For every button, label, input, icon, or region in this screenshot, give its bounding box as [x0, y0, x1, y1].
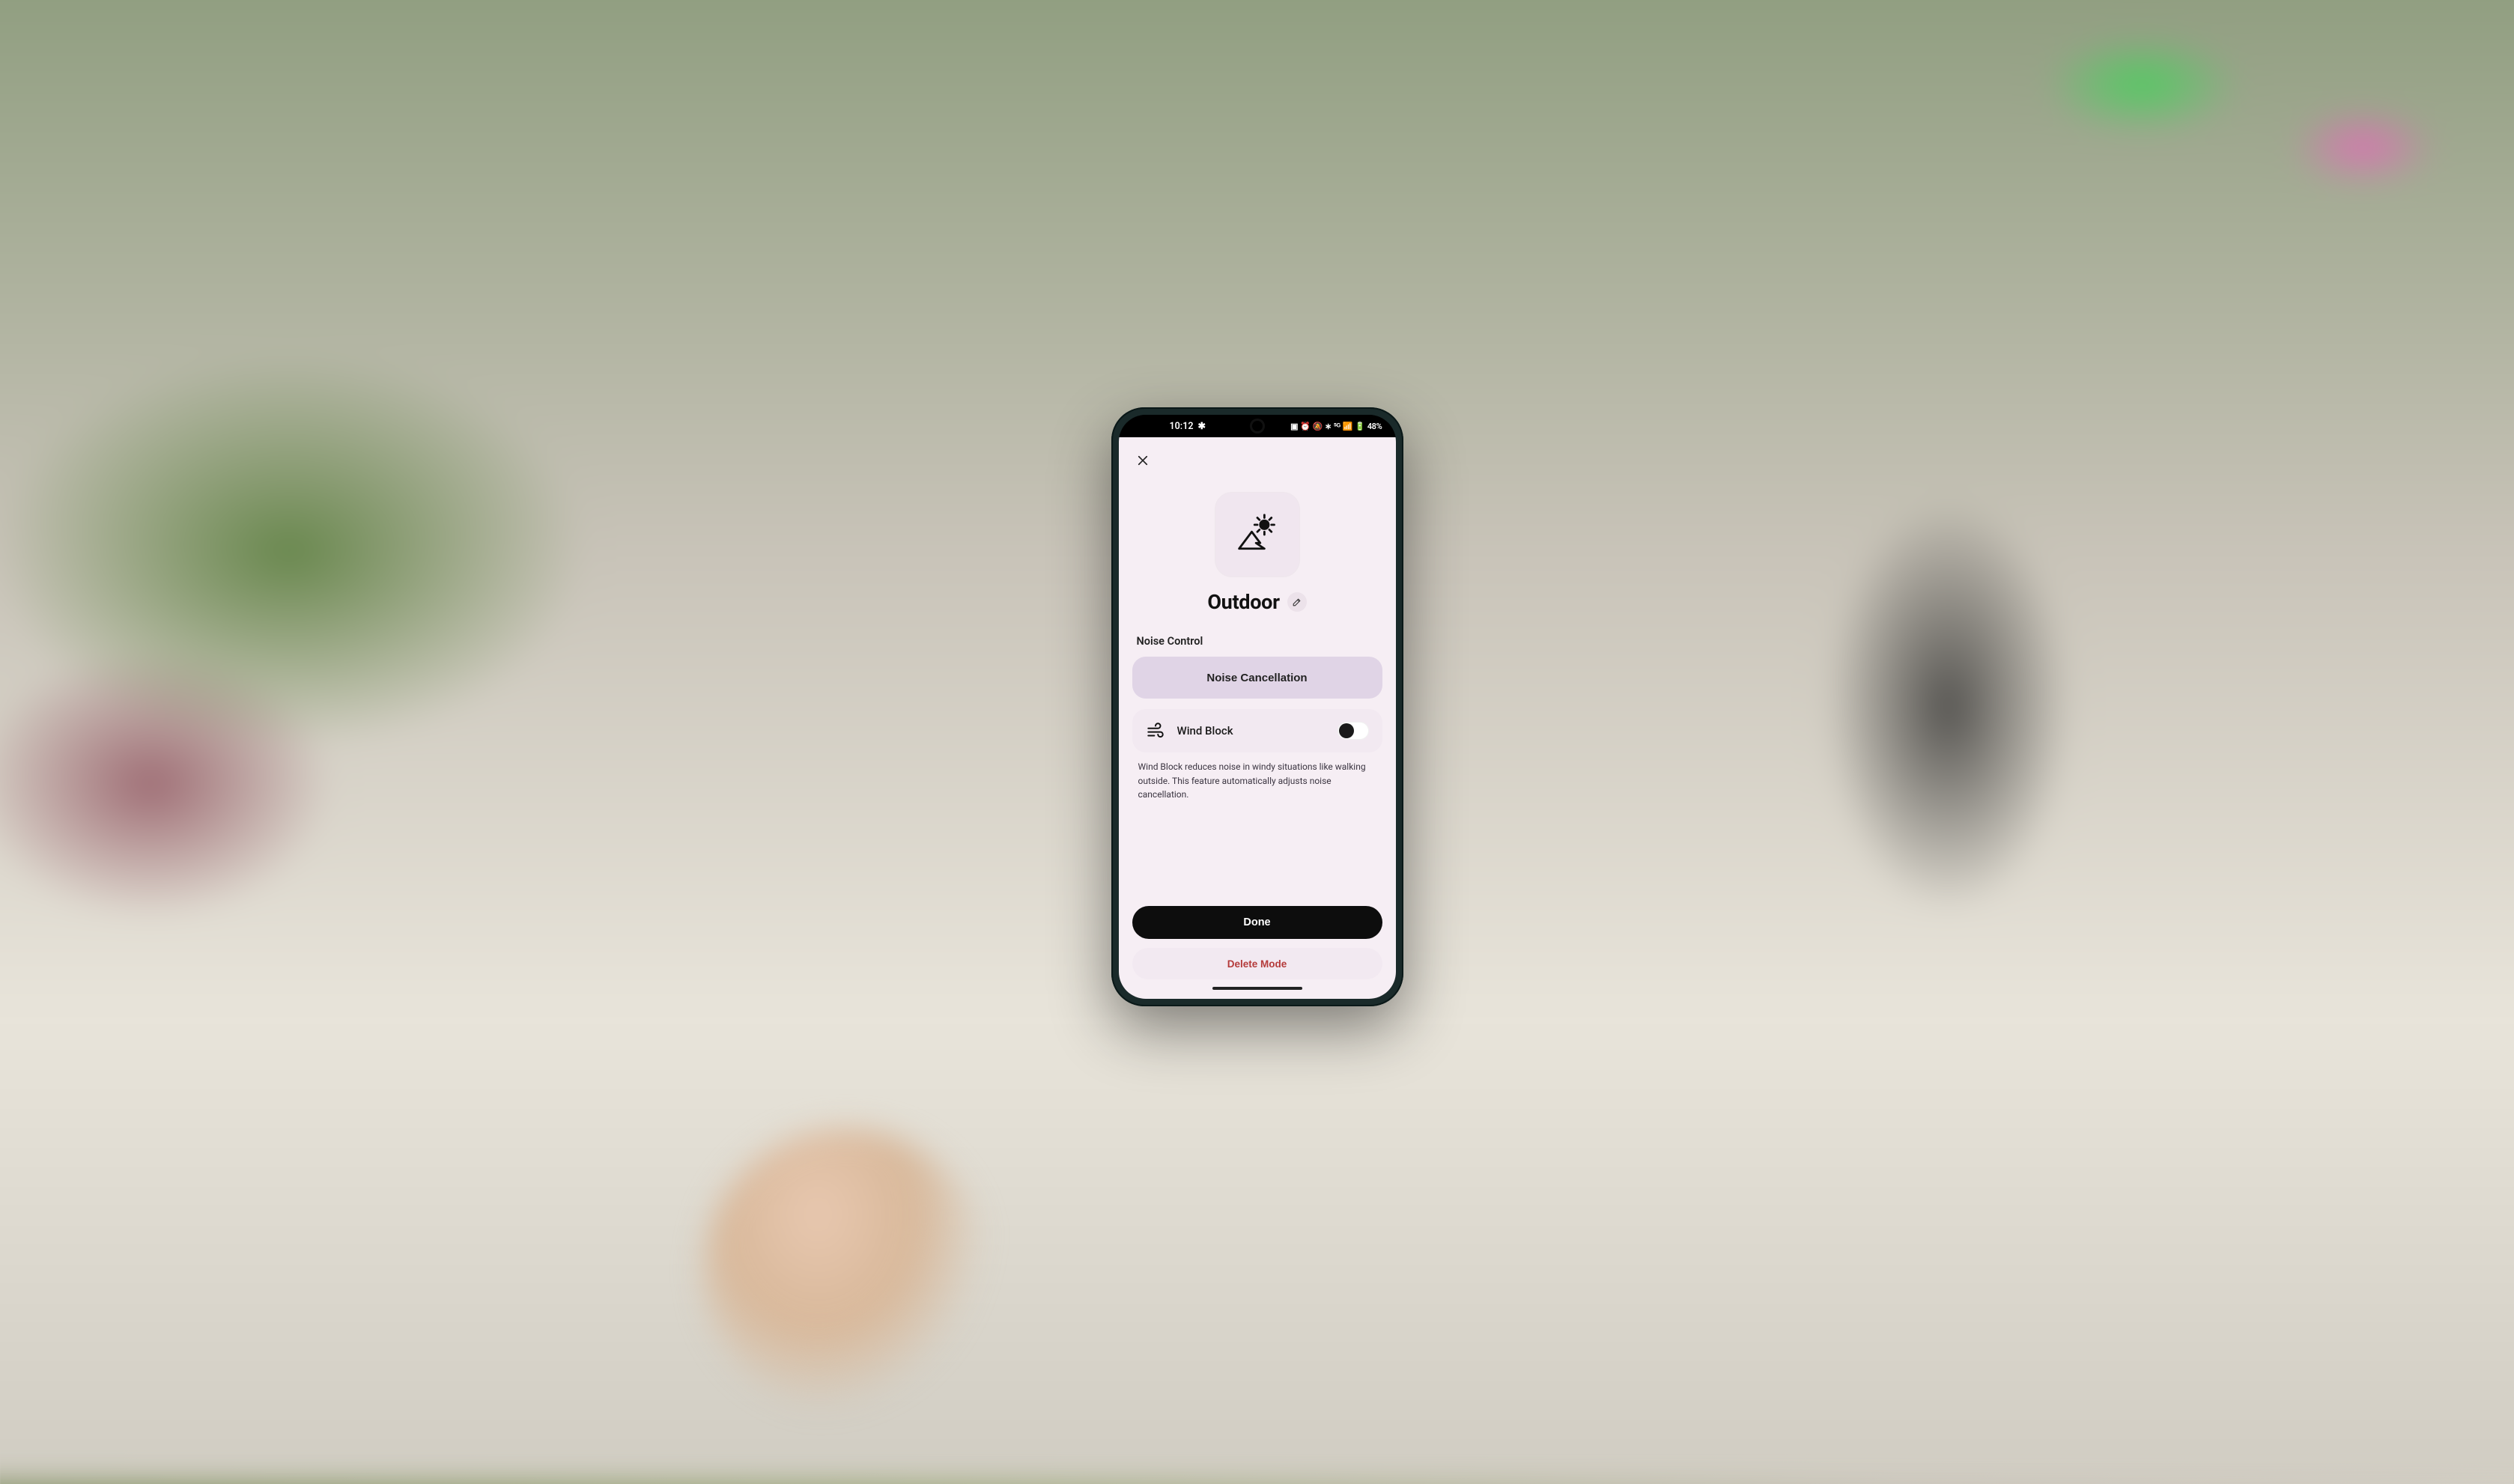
front-camera-hole: [1252, 421, 1263, 431]
phone-frame: 10:12 ✱ ▣ ⏰ 🔕 ∗ ⁵ᴳ 📶 🔋 48%: [1111, 407, 1403, 1006]
toggle-knob: [1339, 723, 1354, 738]
mode-title: Outdoor: [1207, 590, 1279, 614]
status-misc-icon: ✱: [1197, 420, 1205, 432]
done-button[interactable]: Done: [1132, 906, 1382, 939]
close-icon: [1136, 454, 1150, 467]
hand-blur: [704, 1129, 989, 1414]
wind-icon: [1146, 721, 1165, 741]
status-bar: 10:12 ✱ ▣ ⏰ 🔕 ∗ ⁵ᴳ 📶 🔋 48%: [1119, 415, 1396, 437]
status-battery-icon: 🔋: [1355, 422, 1364, 431]
phone-screen: 10:12 ✱ ▣ ⏰ 🔕 ∗ ⁵ᴳ 📶 🔋 48%: [1119, 415, 1396, 999]
mode-title-row: Outdoor: [1132, 590, 1382, 614]
noise-control-label: Noise Control: [1132, 635, 1382, 657]
wind-block-label: Wind Block: [1177, 724, 1326, 738]
edit-mode-name-button[interactable]: [1287, 592, 1307, 612]
wind-block-help-text: Wind Block reduces noise in windy situat…: [1132, 752, 1382, 802]
status-network-icon: ⁵ᴳ: [1334, 422, 1341, 431]
outdoor-mountain-sun-icon: [1235, 512, 1280, 557]
status-alarm-icon: ⏰: [1300, 422, 1310, 431]
wind-block-toggle[interactable]: [1338, 722, 1369, 740]
pencil-icon: [1292, 597, 1302, 607]
delete-mode-button[interactable]: Delete Mode: [1132, 948, 1382, 979]
status-nfc-icon: ▣: [1290, 422, 1298, 431]
status-battery-text: 48%: [1367, 422, 1382, 431]
home-indicator[interactable]: [1212, 987, 1302, 990]
noise-cancellation-button[interactable]: Noise Cancellation: [1132, 657, 1382, 699]
mode-icon-card[interactable]: [1215, 493, 1299, 577]
app-content: Outdoor Noise Control Noise Cancellation: [1119, 437, 1396, 999]
status-bluetooth-icon: ∗: [1325, 422, 1332, 431]
close-button[interactable]: [1132, 450, 1153, 471]
status-signal-icon: 📶: [1343, 422, 1352, 431]
status-mute-icon: 🔕: [1313, 422, 1323, 431]
status-time: 10:12: [1170, 421, 1194, 432]
wind-block-row: Wind Block: [1132, 709, 1382, 752]
